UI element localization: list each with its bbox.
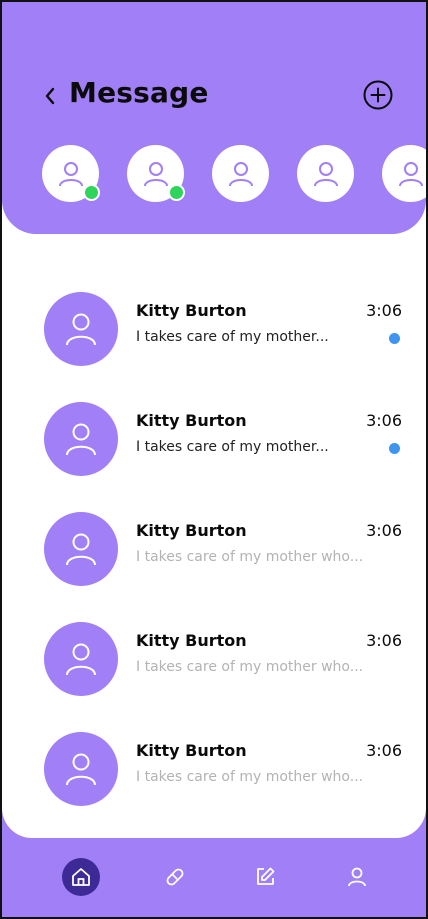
story-avatar[interactable] <box>212 145 269 202</box>
pill-icon <box>166 868 184 886</box>
user-icon <box>398 161 423 186</box>
edit-icon <box>257 867 275 885</box>
message-time: 3:06 <box>366 521 402 540</box>
sender-name: Kitty Burton <box>136 521 247 540</box>
message-item[interactable]: Kitty Burton 3:06 I takes care of my mot… <box>2 512 426 612</box>
user-icon <box>228 161 253 186</box>
unread-indicator <box>389 333 400 344</box>
online-indicator <box>168 184 185 201</box>
nav-compose[interactable] <box>246 858 284 896</box>
message-time: 3:06 <box>366 741 402 760</box>
sender-name: Kitty Burton <box>136 741 247 760</box>
message-item[interactable]: Kitty Burton 3:06 I takes care of my mot… <box>2 292 426 392</box>
bottom-nav <box>2 838 426 917</box>
home-icon <box>72 868 90 886</box>
sender-name: Kitty Burton <box>136 411 247 430</box>
add-button[interactable] <box>362 79 394 111</box>
page-title: Message <box>69 76 209 109</box>
avatar <box>44 732 118 806</box>
user-icon <box>66 313 96 346</box>
user-icon <box>66 753 96 786</box>
story-avatar[interactable] <box>382 145 426 202</box>
message-item[interactable]: Kitty Burton 3:06 I takes care of my mot… <box>2 402 426 502</box>
user-icon <box>66 533 96 566</box>
message-item[interactable]: Kitty Burton 3:06 I takes care of my mot… <box>2 732 426 832</box>
stories-row <box>42 145 426 203</box>
chevron-left-icon <box>45 87 55 105</box>
message-preview: I takes care of my mother... <box>136 439 329 455</box>
story-avatar[interactable] <box>297 145 354 202</box>
nav-medicine[interactable] <box>156 858 194 896</box>
avatar <box>44 292 118 366</box>
message-preview: I takes care of my mother who... <box>136 549 364 565</box>
profile-icon <box>348 867 366 887</box>
message-item[interactable]: Kitty Burton 3:06 I takes care of my mot… <box>2 622 426 722</box>
user-icon <box>66 423 96 456</box>
message-preview: I takes care of my mother who... <box>136 659 364 675</box>
avatar <box>44 512 118 586</box>
avatar <box>44 402 118 476</box>
sender-name: Kitty Burton <box>136 631 247 650</box>
message-preview: I takes care of my mother who... <box>136 769 364 785</box>
user-icon <box>66 643 96 676</box>
plus-circle-icon <box>363 80 393 110</box>
back-button[interactable] <box>40 82 60 110</box>
nav-profile[interactable] <box>338 858 376 896</box>
message-list: Kitty Burton 3:06 I takes care of my mot… <box>2 234 426 838</box>
online-indicator <box>83 184 100 201</box>
user-icon <box>313 161 338 186</box>
message-preview: I takes care of my mother... <box>136 329 329 345</box>
story-avatar[interactable] <box>42 145 100 202</box>
user-icon <box>143 161 168 186</box>
avatar <box>44 622 118 696</box>
message-time: 3:06 <box>366 411 402 430</box>
user-icon <box>58 161 83 186</box>
app-frame: Message Kitty Burton 3:06 I takes care o… <box>0 0 428 919</box>
message-time: 3:06 <box>366 631 402 650</box>
story-avatar[interactable] <box>127 145 185 202</box>
header: Message <box>2 2 426 234</box>
nav-home[interactable] <box>62 858 100 896</box>
sender-name: Kitty Burton <box>136 301 247 320</box>
message-time: 3:06 <box>366 301 402 320</box>
unread-indicator <box>389 443 400 454</box>
